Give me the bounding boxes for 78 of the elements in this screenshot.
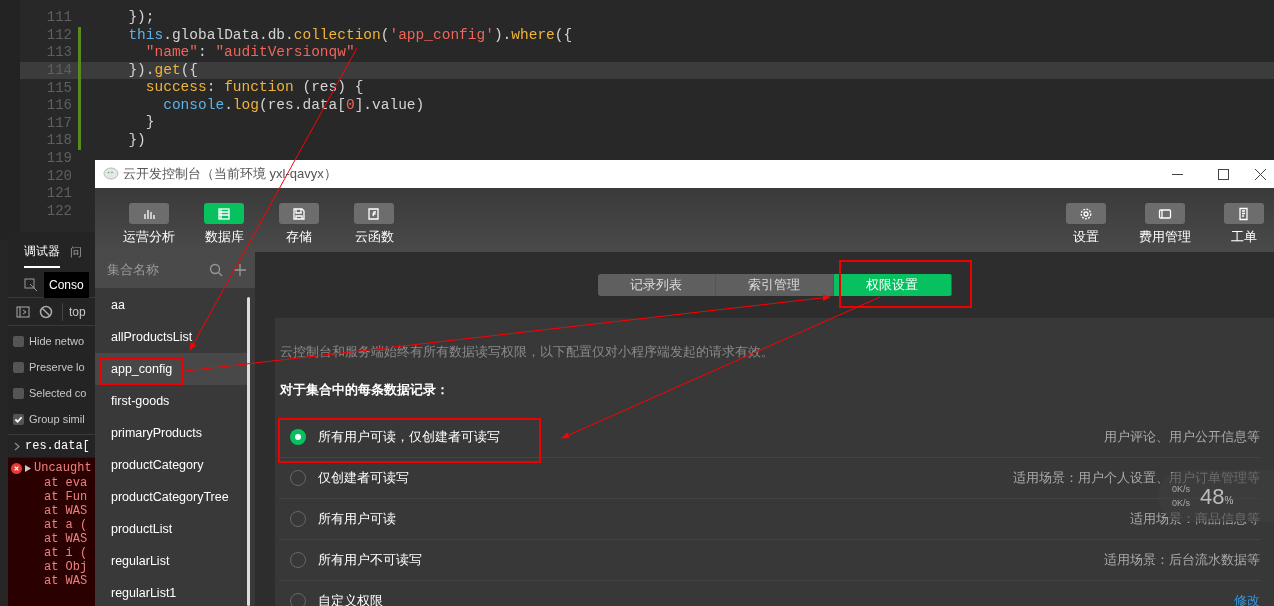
- code-line: }): [127, 131, 146, 151]
- inspect-icon[interactable]: [24, 277, 38, 292]
- collection-item[interactable]: primaryProducts: [95, 417, 247, 449]
- checkbox[interactable]: [13, 387, 24, 399]
- option-label: 所有用户可读: [318, 510, 396, 529]
- collection-item[interactable]: aa: [95, 289, 247, 321]
- save-icon: [292, 206, 306, 221]
- error-text: Uncaught: [34, 460, 92, 477]
- option-label: Selected co: [29, 385, 87, 401]
- checkbox[interactable]: [13, 413, 24, 425]
- radio-button[interactable]: [290, 429, 306, 445]
- collection-item[interactable]: productCategory: [95, 449, 247, 481]
- collection-item[interactable]: regularList1: [95, 577, 247, 606]
- option-label: Hide netwo: [29, 333, 85, 349]
- option-hint: 适用场景：商品信息等: [1130, 510, 1260, 528]
- option-label: Group simil: [29, 411, 85, 427]
- ticket-icon: [1158, 206, 1172, 221]
- function-icon: [367, 206, 381, 221]
- option-label: Preserve lo: [29, 359, 85, 375]
- option-hint: 适用场景：后台流水数据等: [1104, 551, 1260, 569]
- code-line: "name": "auditVersionqw": [144, 43, 355, 63]
- toolbar-button[interactable]: 云函数: [344, 203, 404, 243]
- settings-icon: [1079, 206, 1093, 221]
- console-tab[interactable]: Conso: [44, 271, 89, 298]
- stack-line: at i (: [43, 546, 89, 560]
- stack-line: at WAS: [43, 532, 89, 546]
- collection-item[interactable]: app_config: [95, 353, 247, 385]
- add-icon[interactable]: [233, 263, 247, 277]
- code-line: });: [127, 7, 155, 27]
- collection-item[interactable]: productCategoryTree: [95, 481, 247, 513]
- close-icon: [1254, 168, 1266, 180]
- stack-line: at a (: [43, 518, 89, 532]
- collection-item[interactable]: regularList: [95, 545, 247, 577]
- option-hint: 用户评论、用户公开信息等: [1104, 428, 1260, 446]
- sidebar-header: 集合名称: [107, 261, 160, 280]
- code-line: this.globalData.db.collection('app_config').where({: [127, 25, 573, 45]
- maximize-icon: [1217, 168, 1229, 180]
- toolbar-button[interactable]: 工单: [1214, 203, 1274, 243]
- document-icon: [1237, 206, 1251, 221]
- scrollbar[interactable]: [247, 297, 250, 606]
- table-icon: [217, 206, 231, 221]
- collection-item[interactable]: productList: [95, 513, 247, 545]
- error-icon: [11, 462, 22, 474]
- toolbar-button[interactable]: 费用管理: [1135, 203, 1195, 243]
- clear-icon[interactable]: [39, 304, 53, 319]
- chat-bubble-icon: [103, 167, 119, 181]
- checkbox[interactable]: [13, 335, 24, 347]
- console-input[interactable]: res.data[: [25, 437, 90, 455]
- expand-icon[interactable]: [25, 464, 31, 472]
- collection-item[interactable]: first-goods: [95, 385, 247, 417]
- usage-percent: 48%: [1200, 483, 1234, 511]
- option-label: 仅创建者可读写: [318, 469, 409, 488]
- checkbox[interactable]: [13, 361, 24, 373]
- option-label: 所有用户不可读写: [318, 551, 422, 570]
- sidebar-toggle-icon[interactable]: [16, 304, 30, 319]
- option-label: 所有用户可读，仅创建者可读写: [318, 428, 500, 447]
- section-heading: 对于集合中的每条数据记录：: [279, 382, 450, 398]
- upload-speed: 0K/s: [1172, 484, 1190, 496]
- segment-tab[interactable]: 索引管理: [715, 274, 834, 296]
- stack-line: at Fun: [43, 490, 89, 504]
- devtools-tab[interactable]: 调试器: [24, 236, 60, 268]
- devtools-tab[interactable]: 问: [70, 237, 82, 267]
- stack-line: at WAS: [43, 504, 89, 518]
- search-icon[interactable]: [209, 263, 223, 277]
- stack-line: at Obj: [43, 560, 89, 574]
- toolbar-button[interactable]: 数据库: [194, 203, 254, 243]
- segment-tab[interactable]: 记录列表: [597, 274, 716, 296]
- code-line: }).get({: [127, 60, 199, 80]
- download-speed: 0K/s: [1172, 497, 1190, 510]
- toolbar-button[interactable]: 设置: [1056, 203, 1116, 243]
- chevron-right-icon: [14, 441, 20, 451]
- stack-line: at eva: [43, 476, 89, 490]
- toolbar-button[interactable]: 运营分析: [119, 203, 179, 243]
- stack-line: at WAS: [43, 574, 89, 588]
- toolbar-button[interactable]: 存储: [269, 203, 329, 243]
- context-selector[interactable]: top: [62, 302, 86, 321]
- code-line: }: [144, 113, 155, 133]
- collection-item[interactable]: allProductsList: [95, 321, 247, 353]
